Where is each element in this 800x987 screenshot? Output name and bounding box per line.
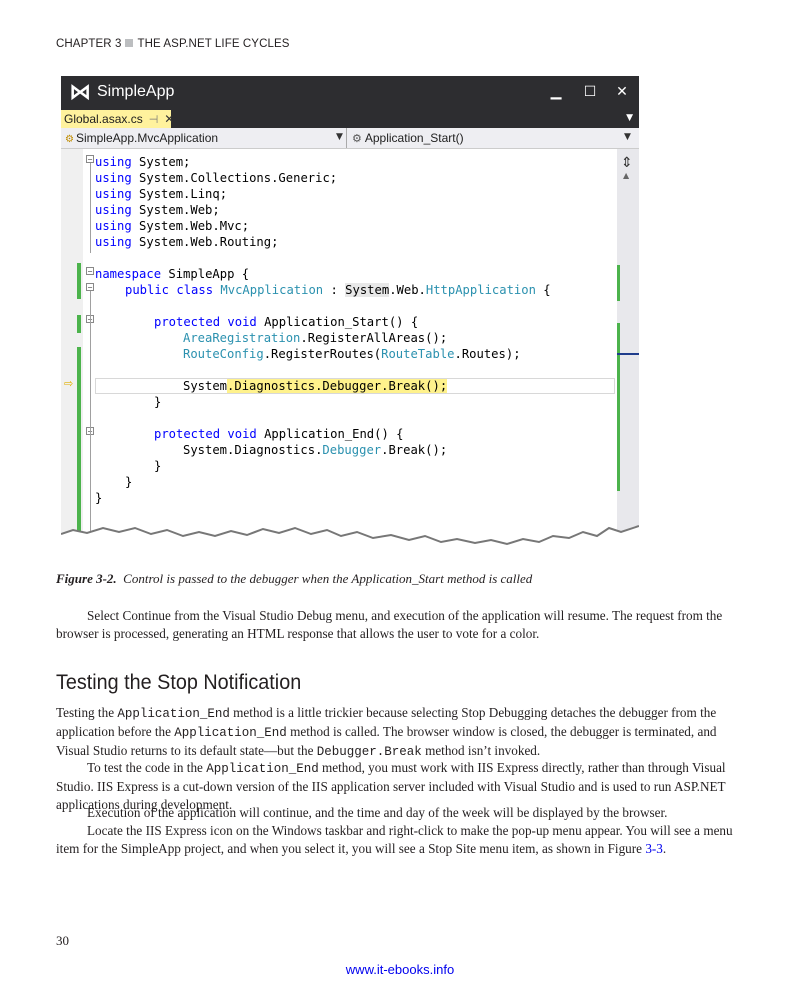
- figure-caption-text: Control is passed to the debugger when t…: [123, 571, 533, 586]
- navigation-bar: ⚙ SimpleApp.MvcApplication ▼ ⚙ Application…: [61, 128, 639, 149]
- visual-studio-logo-icon: ⋈: [69, 80, 91, 105]
- code-line-close-brace: }: [154, 395, 162, 409]
- code-line-2: using System.Collections.Generic;: [95, 171, 338, 185]
- pin-icon[interactable]: ⊣: [149, 114, 159, 126]
- page-number: 30: [56, 933, 69, 948]
- method-icon: ⚙: [352, 133, 362, 145]
- tab-dropdown-icon[interactable]: ▼: [626, 113, 633, 123]
- split-icon[interactable]: ⇕: [621, 155, 633, 171]
- code-line-6: using System.Web.Routing;: [95, 235, 279, 249]
- execution-pointer-icon: ⇨: [64, 377, 74, 390]
- code-line-1: using System;: [95, 155, 191, 169]
- minimize-button[interactable]: ▁: [543, 79, 569, 105]
- vertical-scrollbar[interactable]: ⇕ ▲: [617, 149, 639, 554]
- tab-label: Global.asax.cs: [64, 112, 143, 126]
- member-dropdown[interactable]: ⚙ Application_Start(): [352, 131, 464, 145]
- close-button[interactable]: ✕: [609, 79, 635, 105]
- code-line-debugger-break-2: System.Diagnostics.Debugger.Break();: [183, 443, 448, 457]
- outline-line: [90, 163, 91, 253]
- code-line-route-config: RouteConfig.RegisterRoutes(RouteTable.Ro…: [183, 347, 521, 361]
- code-line-close-brace: }: [154, 459, 162, 473]
- collapse-icon[interactable]: −: [86, 283, 94, 292]
- code-line-app-start: protected void Application_Start() {: [154, 315, 419, 329]
- code-line-area-registration: AreaRegistration.RegisterAllAreas();: [183, 331, 448, 345]
- code-line-4: using System.Web;: [95, 203, 220, 217]
- code-line-class: public class MvcApplication : System.Web…: [125, 283, 551, 297]
- paragraph-testing: Testing the Application_End method is a …: [56, 705, 717, 760]
- tab-strip: Global.asax.cs ⊣ ✕ ▼: [61, 110, 639, 128]
- member-dropdown-label: Application_Start(): [364, 131, 464, 145]
- figure-label: Figure 3-2.: [56, 571, 117, 586]
- code-line-3: using System.Linq;: [95, 187, 228, 201]
- chevron-down-icon[interactable]: ▼: [624, 132, 631, 142]
- code-line-app-end: protected void Application_End() {: [154, 427, 404, 441]
- change-marker: [77, 315, 81, 333]
- figure-link[interactable]: 3-3: [645, 841, 663, 856]
- code-line-close-brace: }: [95, 491, 103, 505]
- code-line-5: using System.Web.Mvc;: [95, 219, 250, 233]
- class-dropdown-label: SimpleApp.MvcApplication: [75, 131, 219, 145]
- title-bar: ⋈ SimpleApp ▁ ☐ ✕: [61, 76, 639, 110]
- scroll-change-marker: [617, 323, 620, 491]
- paragraph-continue: Select Continue from the Visual Studio D…: [56, 608, 723, 642]
- app-title: SimpleApp: [97, 83, 175, 100]
- section-heading: Testing the Stop Notification: [56, 670, 302, 694]
- tab-global-asax[interactable]: Global.asax.cs ⊣ ✕: [61, 110, 174, 128]
- footer-link[interactable]: www.it-ebooks.info: [0, 962, 800, 977]
- code-editor[interactable]: − − − − − ⇨ using System; using System.C…: [61, 149, 617, 554]
- tab-close-icon[interactable]: ✕: [164, 112, 174, 126]
- paragraph-execution: Execution of the application will contin…: [87, 805, 668, 820]
- chapter-header: CHAPTER 3 THE ASP.NET LIFE CYCLES: [56, 38, 290, 50]
- divider: [346, 128, 347, 148]
- maximize-button[interactable]: ☐: [577, 79, 603, 105]
- ide-screenshot: ⋈ SimpleApp ▁ ☐ ✕ Global.asax.cs ⊣ ✕ ▼ ⚙ Si…: [61, 76, 639, 554]
- code-line-debugger-break: System.Diagnostics.Debugger.Break();: [183, 379, 448, 393]
- scroll-change-marker: [617, 265, 620, 301]
- paragraph-locate-icon: Locate the IIS Express icon on the Windo…: [56, 823, 733, 857]
- separator-square: [125, 39, 134, 47]
- change-marker: [77, 263, 81, 299]
- torn-edge: [61, 525, 639, 554]
- chapter-label: CHAPTER 3: [56, 38, 122, 50]
- class-dropdown[interactable]: ⚙ SimpleApp.MvcApplication: [65, 131, 218, 145]
- figure-caption: Figure 3-2. Control is passed to the deb…: [56, 571, 532, 587]
- code-line-close-brace: }: [125, 475, 133, 489]
- code-line-namespace: namespace SimpleApp {: [95, 267, 250, 281]
- collapse-icon[interactable]: −: [86, 267, 94, 276]
- collapse-icon[interactable]: −: [86, 155, 94, 164]
- scroll-caret-marker: [617, 353, 639, 355]
- chevron-down-icon[interactable]: ▼: [336, 132, 343, 142]
- class-icon: ⚙: [65, 134, 74, 145]
- chapter-title: THE ASP.NET LIFE CYCLES: [137, 38, 290, 50]
- scroll-up-icon[interactable]: ▲: [623, 171, 629, 180]
